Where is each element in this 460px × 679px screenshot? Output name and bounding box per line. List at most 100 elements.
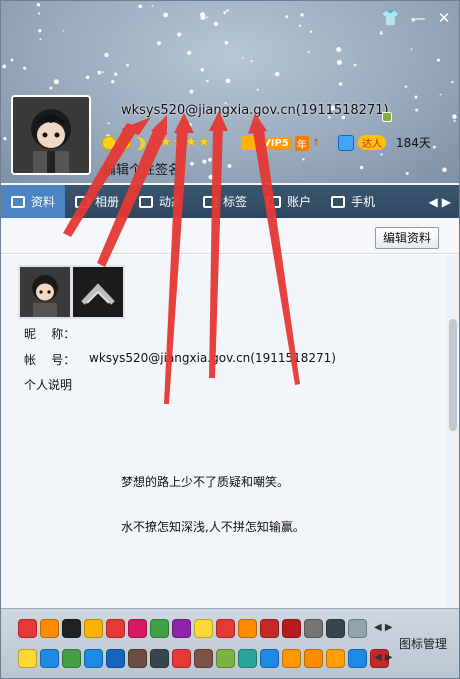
app-icon[interactable] — [238, 619, 257, 638]
snowflake — [208, 157, 212, 162]
edit-pencil-icon[interactable] — [382, 112, 392, 122]
snowflake — [256, 88, 259, 91]
bio-label: 个人说明 — [24, 378, 73, 392]
sun-icon — [117, 136, 131, 150]
snowflake — [114, 72, 118, 76]
app-icon[interactable] — [128, 649, 147, 668]
snowflake — [10, 58, 14, 62]
snowflake — [85, 75, 90, 80]
app-icon[interactable] — [216, 619, 235, 638]
app-icon[interactable] — [150, 619, 169, 638]
tab-scroll-arrows[interactable]: ◀ ▶ — [429, 195, 459, 209]
profile-card-icon — [11, 195, 25, 208]
snowflake — [208, 174, 214, 180]
tab-account[interactable]: 账户 — [257, 185, 321, 218]
avatar-thumbnail[interactable] — [20, 267, 70, 317]
snowflake — [436, 58, 441, 62]
chevron-left-icon[interactable]: ◀ — [429, 195, 438, 209]
vertical-scrollbar[interactable] — [447, 255, 459, 608]
snowflake — [38, 29, 42, 33]
icon-manager-button[interactable]: 图标管理 — [399, 635, 447, 652]
snowflake — [187, 122, 192, 127]
profile-content: 编辑资料 昵 称： 帐 号： wksys520@jiangxia.gov.cn(… — [1, 218, 459, 608]
app-icon[interactable] — [216, 649, 235, 668]
tab-album[interactable]: 相册 — [65, 185, 129, 218]
profile-tabs: 资料 相册 动态 标签 账户 手机 ◀ ▶ — [1, 185, 459, 224]
snowflake — [2, 64, 7, 69]
snowflake — [62, 30, 65, 32]
snowflake — [206, 16, 209, 19]
icon-row-arrows[interactable]: ◀ ▶ — [374, 652, 393, 663]
app-icon[interactable] — [282, 619, 301, 638]
app-icon[interactable] — [106, 619, 125, 638]
tab-label: 标签 — [223, 195, 248, 209]
app-icon[interactable] — [326, 649, 345, 668]
snowflake — [206, 79, 209, 83]
app-icon[interactable] — [150, 649, 169, 668]
app-icon-bar: ◀ ▶ ◀ ▶ 图标管理 — [1, 608, 459, 678]
scrollbar-thumb[interactable] — [449, 319, 457, 431]
nickname-row: 昵 称： — [24, 325, 75, 342]
app-icon[interactable] — [282, 649, 301, 668]
level-badges[interactable]: ★ ★ ★ ★ — [102, 134, 210, 152]
app-icon[interactable] — [84, 649, 103, 668]
app-icon[interactable] — [18, 619, 37, 638]
app-icon[interactable] — [304, 619, 323, 638]
app-icon[interactable] — [84, 619, 103, 638]
signature-edit-field[interactable]: 编辑个性签名 — [103, 159, 181, 178]
minimize-icon[interactable]: — — [409, 9, 427, 27]
talent-badge[interactable]: 达人 184天 — [338, 134, 431, 151]
app-icon[interactable] — [260, 649, 279, 668]
app-icon[interactable] — [194, 649, 213, 668]
snowflake — [300, 13, 304, 17]
app-icon[interactable] — [106, 649, 125, 668]
snowflake — [380, 153, 383, 156]
tab-phone[interactable]: 手机 — [321, 185, 385, 218]
snowflake — [336, 60, 342, 65]
app-icon[interactable] — [304, 649, 323, 668]
snowflake — [225, 78, 231, 84]
avatar-thumbnail[interactable] — [73, 267, 123, 317]
app-icon[interactable] — [348, 619, 367, 638]
edit-profile-button[interactable]: 编辑资料 — [374, 227, 439, 249]
app-icon[interactable] — [128, 619, 147, 638]
app-icon[interactable] — [40, 649, 59, 668]
app-icon[interactable] — [260, 619, 279, 638]
content-toolbar: 编辑资料 — [1, 218, 459, 254]
vip-badge[interactable]: VIP5 年 ↑ — [241, 135, 320, 151]
bio-line: 水不撩怎知深浅,人不拼怎知输赢。 — [121, 520, 305, 534]
app-icon[interactable] — [18, 649, 37, 668]
app-icon[interactable] — [348, 649, 367, 668]
avatar[interactable] — [11, 95, 91, 175]
tab-feed[interactable]: 动态 — [129, 185, 193, 218]
app-icon[interactable] — [172, 649, 191, 668]
app-icon[interactable] — [62, 649, 81, 668]
wallet-icon — [267, 195, 282, 208]
sun-icon — [102, 136, 116, 150]
account-value: wksys520@jiangxia.gov.cn(1911518271) — [89, 351, 336, 365]
tab-tags[interactable]: 标签 — [193, 185, 257, 218]
chevron-right-icon[interactable]: ▶ — [442, 195, 451, 209]
active-days: 184天 — [396, 136, 431, 150]
snowflake — [410, 48, 413, 50]
skin-shirt-icon[interactable]: 👕 — [381, 9, 400, 27]
app-icon[interactable] — [40, 619, 59, 638]
snowflake — [3, 137, 7, 141]
snowflake — [415, 108, 419, 112]
icon-row-arrows[interactable]: ◀ ▶ — [374, 622, 393, 633]
snowflake — [37, 12, 41, 15]
app-icon[interactable] — [62, 619, 81, 638]
bio-line: 梦想的路上少不了质疑和嘲笑。 — [121, 475, 290, 489]
app-icon-row — [18, 619, 367, 638]
snowflake — [405, 172, 409, 175]
app-icon[interactable] — [326, 619, 345, 638]
app-icon[interactable] — [238, 649, 257, 668]
snowflake — [111, 80, 115, 84]
close-icon[interactable]: ✕ — [435, 9, 453, 27]
snowflake — [202, 159, 207, 164]
snowflake — [442, 167, 447, 172]
tab-profile[interactable]: 资料 — [1, 185, 66, 224]
account-row: 帐 号： wksys520@jiangxia.gov.cn(1911518271… — [24, 351, 336, 368]
app-icon[interactable] — [172, 619, 191, 638]
app-icon[interactable] — [194, 619, 213, 638]
